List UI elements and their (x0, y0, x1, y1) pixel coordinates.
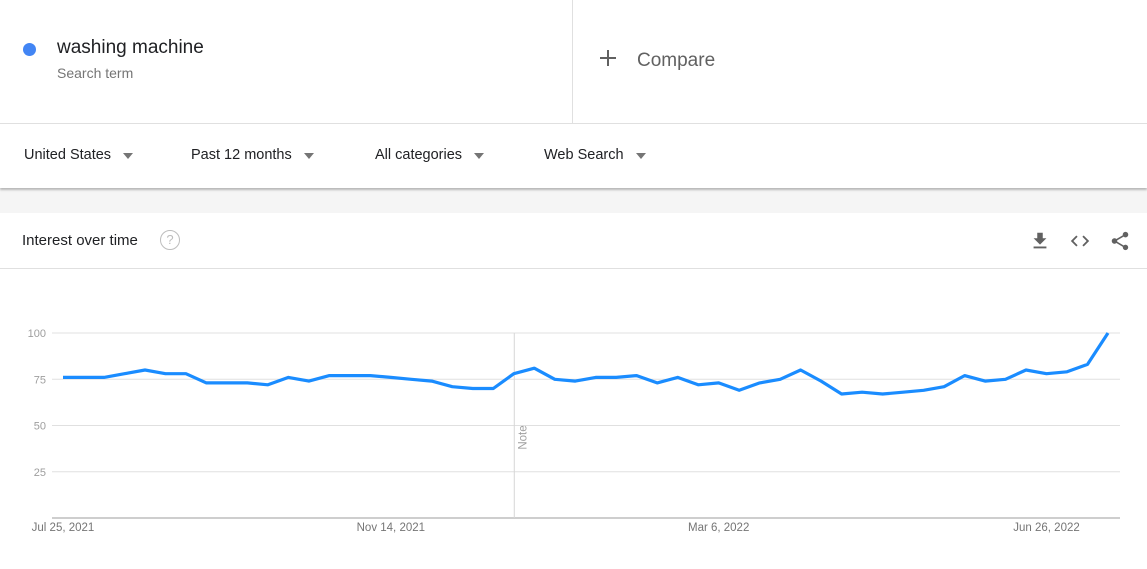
data-point[interactable] (203, 380, 209, 386)
data-point[interactable] (777, 376, 783, 382)
data-point[interactable] (388, 374, 394, 380)
compare-label: Compare (637, 50, 716, 71)
data-point[interactable] (1085, 361, 1091, 367)
x-tick-label: Nov 14, 2021 (357, 522, 425, 534)
data-point[interactable] (880, 391, 886, 397)
data-point[interactable] (449, 384, 455, 390)
data-point[interactable] (121, 371, 127, 377)
data-point[interactable] (572, 378, 578, 384)
data-point[interactable] (962, 373, 968, 379)
data-point[interactable] (716, 380, 722, 386)
region-filter-dropdown[interactable]: United States (24, 147, 134, 163)
share-icon[interactable] (1109, 230, 1131, 252)
series-color-dot-icon (23, 43, 36, 56)
data-point[interactable] (654, 380, 660, 386)
data-point[interactable] (613, 374, 619, 380)
data-point[interactable] (593, 374, 599, 380)
y-tick-label: 100 (28, 328, 46, 340)
data-point[interactable] (1023, 367, 1029, 373)
note-label[interactable]: Note (517, 425, 529, 449)
data-point[interactable] (162, 371, 168, 377)
caret-down-icon (303, 152, 314, 159)
filter-bar: United States Past 12 months All categor… (0, 124, 1147, 188)
data-point[interactable] (1064, 369, 1070, 375)
data-point[interactable] (429, 378, 435, 384)
comparison-bar: washing machine Search term Compare (0, 0, 1147, 124)
data-point[interactable] (511, 371, 517, 377)
download-icon[interactable] (1029, 230, 1051, 252)
data-point[interactable] (736, 387, 742, 393)
x-tick-label: Mar 6, 2022 (688, 522, 749, 534)
data-point[interactable] (552, 376, 558, 382)
help-circle-icon[interactable]: ? (160, 230, 180, 250)
data-point[interactable] (859, 389, 865, 395)
data-point[interactable] (142, 367, 148, 373)
data-point[interactable] (798, 367, 804, 373)
search-term-card[interactable]: washing machine Search term (0, 0, 573, 123)
caret-down-icon (635, 152, 646, 159)
data-point[interactable] (367, 373, 373, 379)
time-range-filter-dropdown[interactable]: Past 12 months (191, 147, 314, 163)
category-filter-dropdown[interactable]: All categories (375, 147, 485, 163)
data-point[interactable] (183, 371, 189, 377)
interest-over-time-card: Interest over time ? Note 25 50 75 100 Jul … (0, 213, 1147, 569)
y-tick-label: 25 (34, 467, 46, 479)
data-point[interactable] (285, 374, 291, 380)
search-type-filter-dropdown[interactable]: Web Search (544, 147, 646, 163)
data-point[interactable] (306, 378, 312, 384)
data-point[interactable] (675, 374, 681, 380)
data-point[interactable] (408, 376, 414, 382)
compare-button[interactable]: Compare (573, 0, 1147, 123)
card-header: Interest over time ? (0, 213, 1147, 269)
data-point[interactable] (60, 374, 66, 380)
data-point[interactable] (80, 374, 86, 380)
data-point[interactable] (1105, 330, 1111, 336)
data-point[interactable] (818, 378, 824, 384)
line-chart: Note 25 50 75 100 Jul 25, 2021 Nov 14, 2021 M… (28, 328, 1120, 534)
data-point[interactable] (695, 382, 701, 388)
search-term-name: washing machine (57, 37, 204, 58)
data-point[interactable] (757, 380, 763, 386)
data-point[interactable] (490, 386, 496, 392)
data-point[interactable] (982, 378, 988, 384)
data-point[interactable] (265, 382, 271, 388)
data-point[interactable] (470, 386, 476, 392)
category-filter-label: All categories (375, 147, 463, 163)
data-point[interactable] (326, 373, 332, 379)
y-tick-label: 50 (34, 421, 46, 433)
data-point[interactable] (347, 373, 353, 379)
data-point[interactable] (1003, 376, 1009, 382)
caret-down-icon (474, 152, 485, 159)
data-point[interactable] (634, 373, 640, 379)
caret-down-icon (123, 152, 134, 159)
x-tick-label: Jul 25, 2021 (32, 522, 95, 534)
data-point[interactable] (941, 384, 947, 390)
data-point[interactable] (531, 365, 537, 371)
data-point[interactable] (1044, 371, 1050, 377)
section-separator (0, 188, 1147, 213)
data-point[interactable] (224, 380, 230, 386)
time-range-filter-label: Past 12 months (191, 147, 292, 163)
search-term-type: Search term (57, 65, 134, 81)
interest-chart: Note 25 50 75 100 Jul 25, 2021 Nov 14, 2021 M… (0, 269, 1147, 569)
series-line-washing-machine (63, 332, 1110, 396)
data-point[interactable] (921, 387, 927, 393)
plus-icon (600, 50, 616, 66)
embed-code-icon[interactable] (1069, 230, 1091, 252)
x-tick-label: Jun 26, 2022 (1013, 522, 1080, 534)
data-point[interactable] (101, 374, 107, 380)
search-type-filter-label: Web Search (544, 147, 624, 163)
data-point[interactable] (839, 391, 845, 397)
y-tick-label: 75 (34, 374, 46, 386)
region-filter-label: United States (24, 147, 112, 163)
data-point[interactable] (900, 389, 906, 395)
data-point[interactable] (244, 380, 250, 386)
card-title: Interest over time (22, 232, 138, 249)
